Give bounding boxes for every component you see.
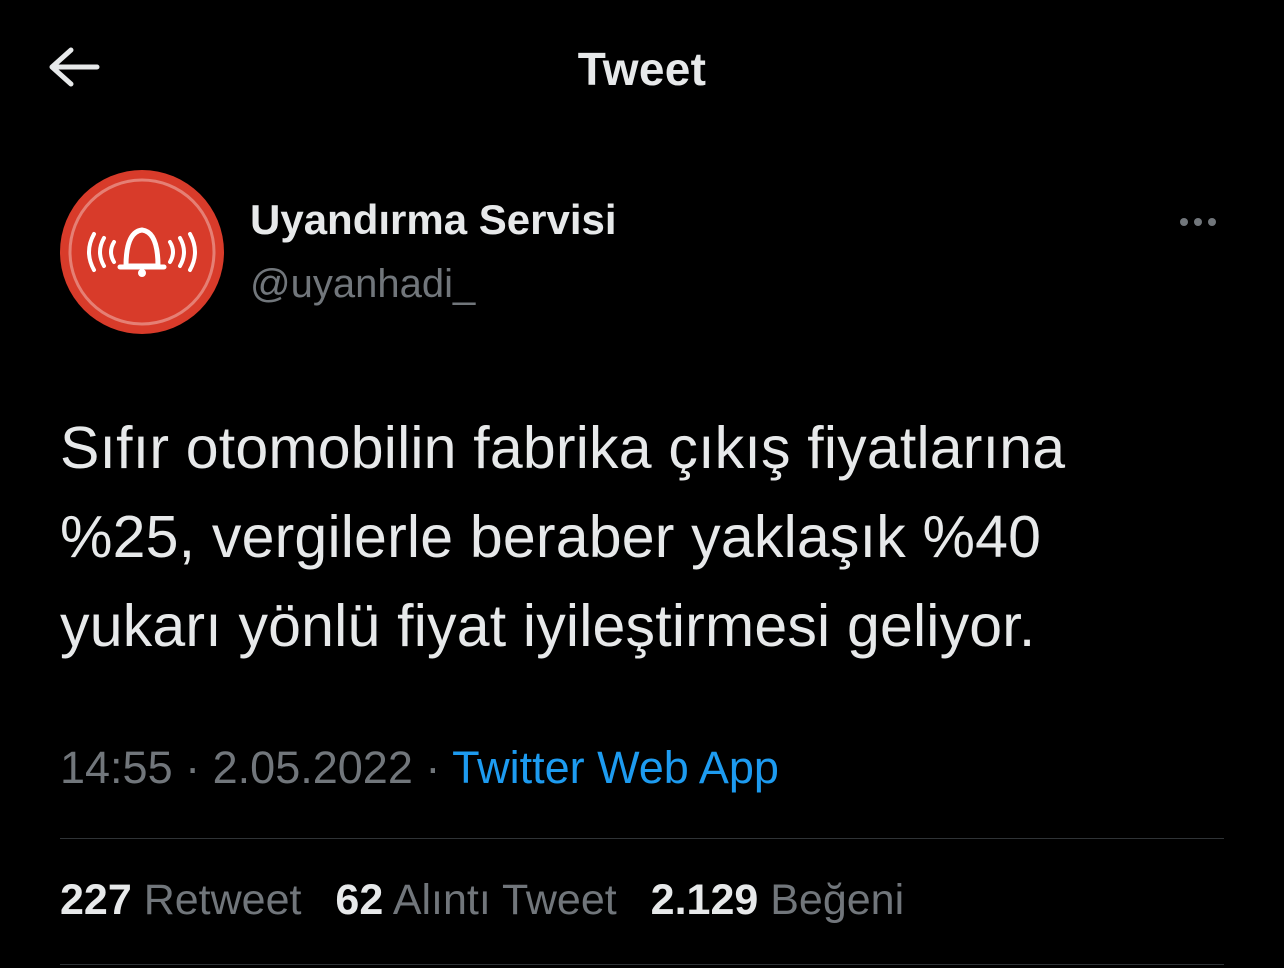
source-link[interactable]: Twitter Web App <box>452 742 779 793</box>
like-count[interactable]: 2.129 Beğeni <box>651 876 904 925</box>
tweet-meta: 14:55 · 2.05.2022 · Twitter Web App <box>60 742 779 794</box>
author-handle[interactable]: @uyanhadi_ <box>250 262 475 307</box>
meta-separator: · <box>425 742 441 793</box>
tweet-time[interactable]: 14:55 <box>60 742 173 793</box>
tweet-line: %25, vergilerle beraber yaklaşık %40 <box>60 504 1042 570</box>
avatar[interactable] <box>60 170 224 334</box>
divider <box>60 838 1224 839</box>
tweet-stats: 227 Retweet 62 Alıntı Tweet 2.129 Beğeni <box>60 876 926 925</box>
quote-tweet-count[interactable]: 62 Alıntı Tweet <box>335 876 616 925</box>
tweet-line: yukarı yönlü fiyat iyileştirmesi geliyor… <box>60 593 1036 659</box>
divider <box>60 964 1224 965</box>
meta-separator: · <box>185 742 201 793</box>
tweet-line: Sıfır otomobilin fabrika çıkış fiyatları… <box>60 415 1066 481</box>
page-title: Tweet <box>577 43 707 95</box>
retweet-count[interactable]: 227 Retweet <box>60 876 301 925</box>
top-bar: Tweet <box>0 0 1284 136</box>
tweet-text: Sıfır otomobilin fabrika çıkış fiyatları… <box>60 404 1224 671</box>
author-name[interactable]: Uyandırma Servisi <box>250 196 617 244</box>
more-options-button[interactable] <box>1168 200 1228 244</box>
more-dots-icon <box>1180 218 1188 226</box>
tweet-date[interactable]: 2.05.2022 <box>213 742 413 793</box>
alarm-bell-icon <box>62 172 222 332</box>
